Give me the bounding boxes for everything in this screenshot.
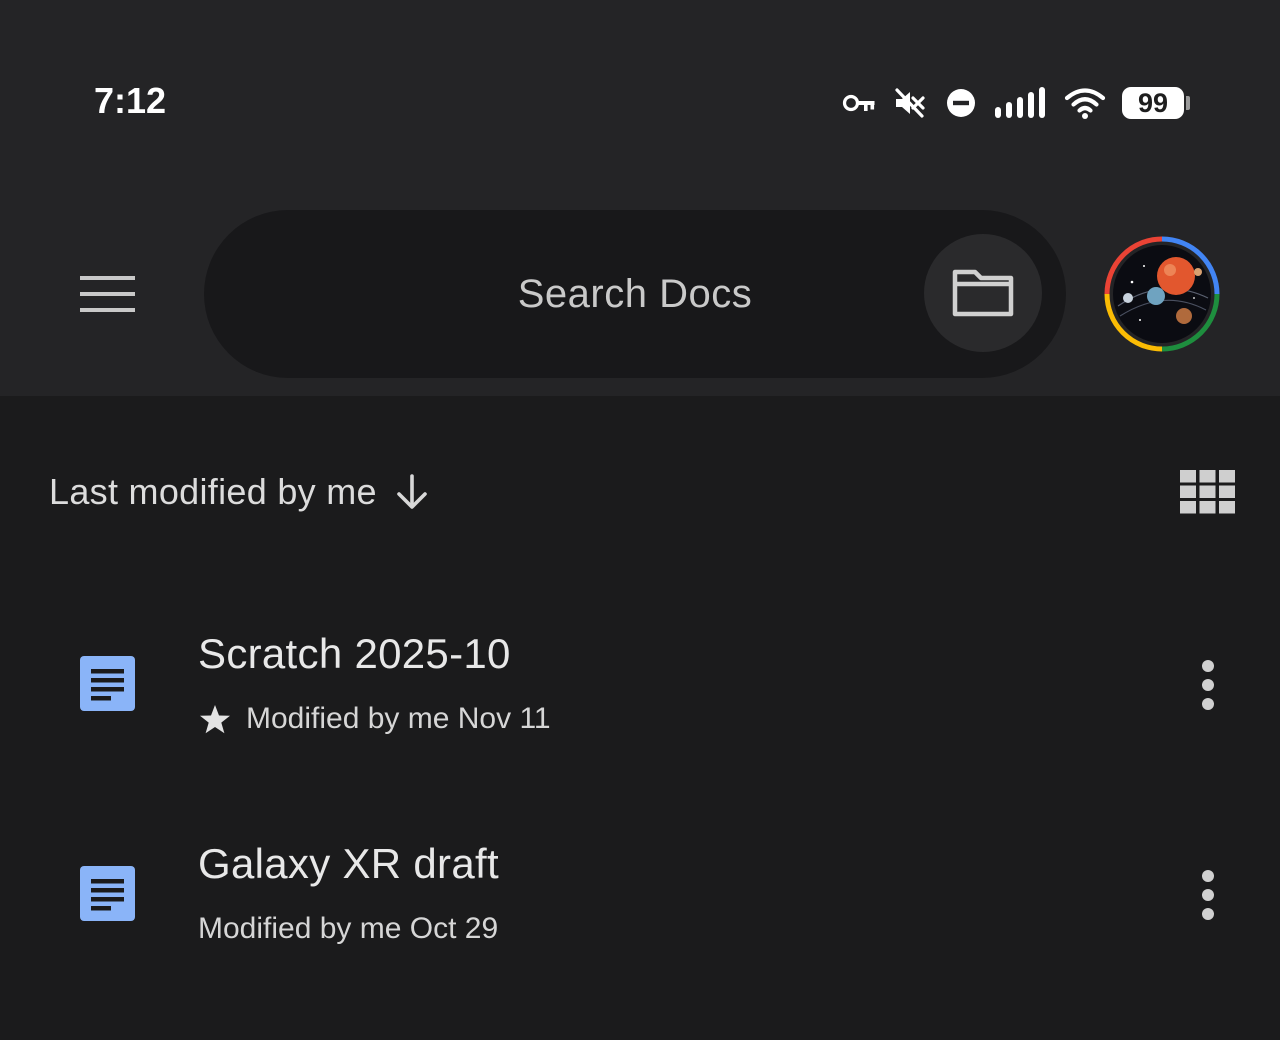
document-row[interactable]: Scratch 2025-10 Modified by me Nov 11: [0, 590, 1280, 780]
folder-button[interactable]: [924, 234, 1042, 352]
hamburger-menu-button[interactable]: [68, 262, 148, 326]
more-options-button[interactable]: [1180, 650, 1236, 720]
do-not-disturb-icon: [946, 88, 976, 118]
grid-view-toggle[interactable]: [1176, 466, 1240, 518]
wifi-icon: [1064, 87, 1106, 119]
sort-selector[interactable]: Last modified by me: [49, 466, 429, 518]
arrow-down-icon[interactable]: [395, 473, 429, 511]
docs-file-icon: [80, 656, 136, 712]
more-vertical-icon: [1202, 870, 1214, 920]
cellular-signal-icon: [994, 87, 1050, 119]
document-title[interactable]: Galaxy XR draft: [198, 840, 499, 888]
document-meta: Modified by me Oct 29: [198, 912, 498, 946]
search-bar[interactable]: Search Docs: [204, 210, 1066, 378]
hamburger-menu-icon: [80, 276, 135, 312]
status-time: 7:12: [94, 80, 167, 121]
battery-level: 99: [1137, 87, 1169, 118]
battery-icon: 99: [1122, 87, 1184, 119]
vpn-key-icon: [842, 92, 876, 114]
document-row[interactable]: Galaxy XR draft Modified by me Oct 29: [0, 800, 1280, 990]
folder-icon: [952, 269, 1014, 317]
status-icons: 99: [842, 82, 1190, 124]
document-modified-text: Modified by me Nov 11: [246, 702, 551, 735]
more-vertical-icon: [1202, 660, 1214, 710]
document-title[interactable]: Scratch 2025-10: [198, 630, 511, 678]
vibrate-off-icon: [892, 86, 926, 120]
battery-nub: [1186, 96, 1190, 110]
document-modified-text: Modified by me Oct 29: [198, 912, 499, 945]
more-options-button[interactable]: [1180, 860, 1236, 930]
document-meta: Modified by me Nov 11: [198, 702, 551, 736]
grid-view-icon: [1180, 470, 1235, 514]
docs-file-icon: [80, 866, 136, 922]
top-app-area: 7:12 99 Search Docs: [0, 0, 1280, 396]
account-avatar[interactable]: [1104, 236, 1220, 352]
sort-label[interactable]: Last modified by me: [49, 471, 377, 513]
star-icon: [198, 703, 232, 735]
